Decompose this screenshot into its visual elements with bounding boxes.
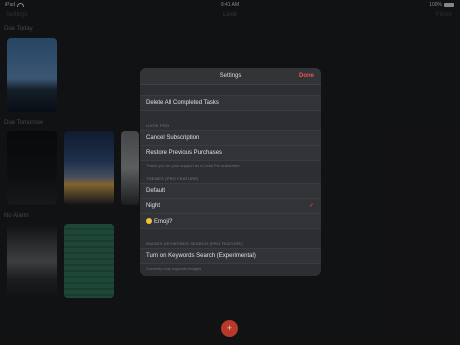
cancel-subscription-label: Cancel Subscription	[146, 135, 200, 141]
add-task-button[interactable]: +	[221, 320, 238, 337]
settings-modal: Settings Done Delete All Completed Tasks…	[140, 68, 321, 276]
smiley-icon	[146, 218, 152, 224]
checkmark-icon: ✓	[308, 203, 314, 209]
delete-completed-label: Delete All Completed Tasks	[146, 100, 219, 106]
theme-option-emoji[interactable]: Emoji?	[140, 213, 321, 229]
theme-default-label: Default	[146, 188, 166, 194]
restore-purchases-row[interactable]: Restore Previous Purchases	[140, 145, 321, 161]
restore-purchases-label: Restore Previous Purchases	[146, 150, 223, 156]
theme-emoji-label: Emoji	[154, 219, 170, 225]
delete-completed-row[interactable]: Delete All Completed Tasks	[140, 95, 321, 111]
theme-night-label: Night	[146, 203, 161, 209]
search-note: Currently only supports images	[146, 266, 202, 271]
themes-header: THEMES (PRO FEATURE)	[146, 176, 199, 181]
keyword-search-label: Turn on Keywords Search (Experimental)	[146, 253, 256, 259]
theme-option-night[interactable]: Night ✓	[140, 198, 321, 214]
keyword-search-row[interactable]: Turn on Keywords Search (Experimental)	[140, 248, 321, 264]
restore-note: Thank you for your support as a Livok Pr…	[146, 163, 241, 168]
cancel-subscription-row[interactable]: Cancel Subscription	[140, 130, 321, 146]
theme-option-default[interactable]: Default	[140, 183, 321, 199]
image-search-header: IMAGES KEYWORDS SEARCH (PRO FEATURE)	[146, 241, 243, 246]
livok-pro-header: LIVOK PRO	[146, 123, 170, 128]
plus-icon: +	[226, 323, 233, 333]
modal-title: Settings	[219, 73, 242, 79]
modal-header: Settings Done	[140, 68, 321, 85]
done-button[interactable]: Done	[299, 73, 314, 79]
